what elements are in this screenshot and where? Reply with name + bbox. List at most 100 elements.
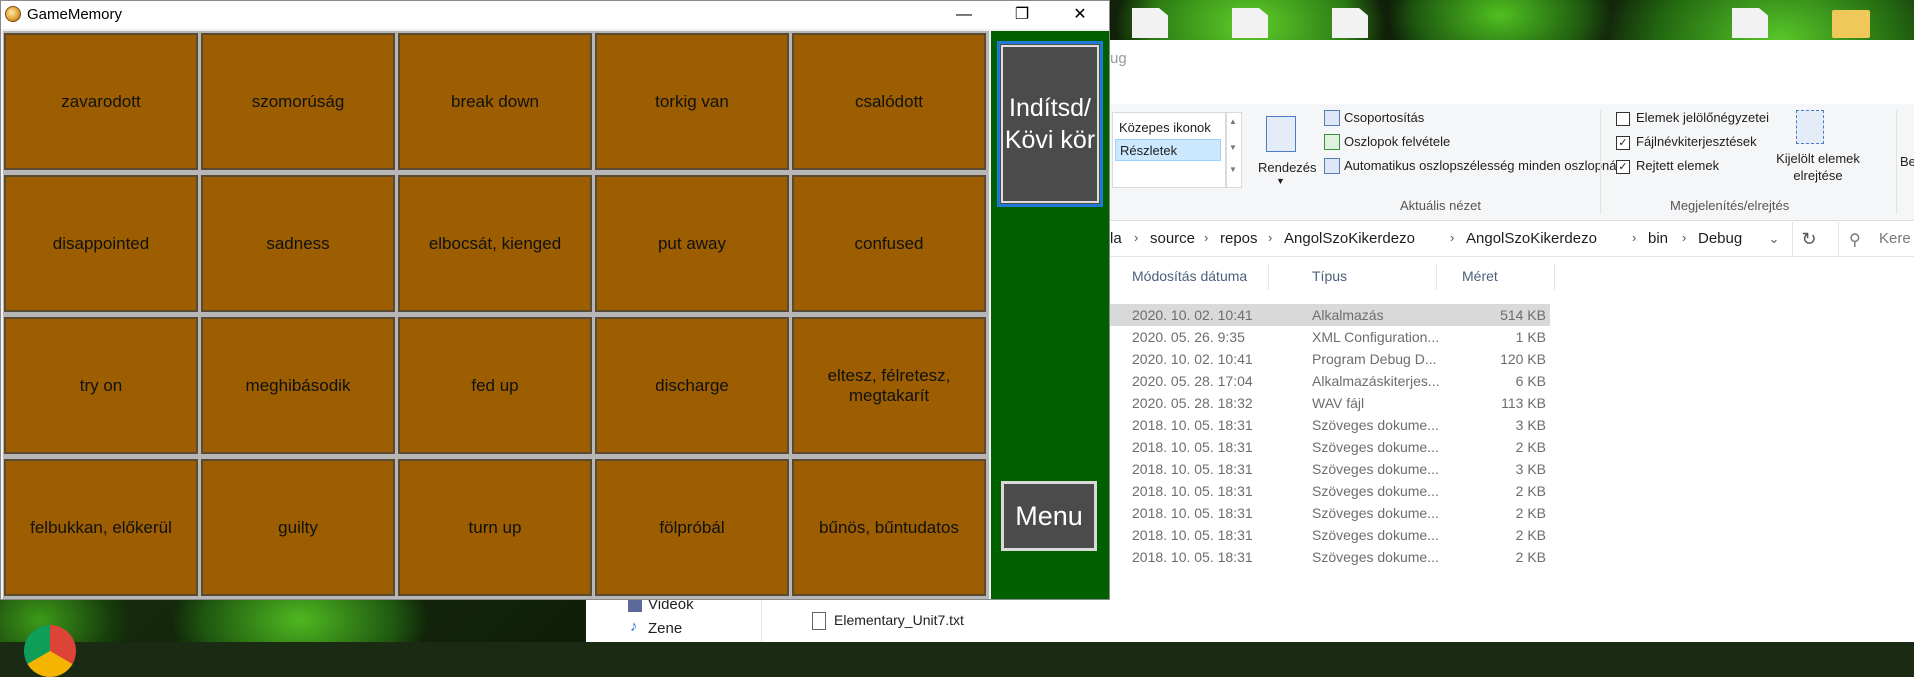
file-row[interactable]: 2018. 10. 05. 18:31 Szöveges dokume... 2 K… [1110,480,1550,502]
layout-details[interactable]: Részletek [1115,139,1221,161]
file-row[interactable]: 2018. 10. 05. 18:31 Szöveges dokume... 2 K… [1110,502,1550,524]
breadcrumb-item[interactable]: source [1150,230,1195,247]
memory-card[interactable]: zavarodott [4,33,198,170]
column-header-type[interactable]: Típus [1312,268,1347,284]
file-size: 2 KB [1515,549,1546,565]
file-row[interactable]: 2020. 10. 02. 10:41 Program Debug D... 120… [1110,348,1550,370]
memory-card[interactable]: try on [4,317,198,454]
explorer-title-area: ug [1110,40,1914,104]
item-checkboxes-label: Elemek jelölőnégyzetei [1636,110,1769,125]
file-row[interactable]: 2018. 10. 05. 18:31 Szöveges dokume... 2 K… [1110,436,1550,458]
file-extensions-checkbox[interactable]: ✓ [1616,136,1630,150]
layout-gallery-scroll[interactable]: ▲ ▼ ▼ [1226,112,1242,188]
address-dropdown-icon[interactable]: ⌄ [1758,222,1790,256]
hidden-items-checkbox[interactable]: ✓ [1616,160,1630,174]
column-divider[interactable] [1436,264,1437,290]
chevron-down-icon[interactable]: ▼ [1276,176,1285,186]
file-date: 2020. 10. 02. 10:41 [1132,351,1253,367]
add-columns-button[interactable]: Oszlopok felvétele [1344,134,1450,149]
column-divider[interactable] [1554,264,1555,290]
hide-selected-button[interactable]: Kijelölt elemek elrejtése [1776,150,1860,184]
memory-card[interactable]: bűnös, bűntudatos [792,459,986,596]
memory-card[interactable]: csalódott [792,33,986,170]
ribbon-fragment[interactable]: Be [1900,154,1914,169]
refresh-icon[interactable]: ↻ [1792,222,1825,256]
sort-icon[interactable] [1266,116,1296,152]
memory-card[interactable]: break down [398,33,592,170]
file-name[interactable]: Elementary_Unit7.txt [834,612,964,628]
breadcrumb-item[interactable]: Debug [1698,230,1742,247]
memory-card[interactable]: szomorúság [201,33,395,170]
start-next-round-button[interactable]: Indítsd/ Kövi kör [997,41,1103,207]
group-by-button[interactable]: Csoportosítás [1344,110,1424,125]
item-checkboxes-checkbox[interactable] [1616,112,1630,126]
file-date: 2018. 10. 05. 18:31 [1132,549,1253,565]
autosize-columns-button[interactable]: Automatikus oszlopszélesség minden oszlo… [1344,158,1619,173]
chevron-right-icon[interactable]: › [1632,230,1636,245]
memory-card-label: fölpróbál [659,517,725,537]
file-date: 2018. 10. 05. 18:31 [1132,483,1253,499]
memory-card[interactable]: elbocsát, kienged [398,175,592,312]
window-title: GameMemory [27,6,123,23]
breadcrumb-item[interactable]: bin [1648,230,1668,247]
app-icon[interactable] [5,6,21,22]
file-row[interactable]: 2018. 10. 05. 18:31 Szöveges dokume... 3 K… [1110,414,1550,436]
memory-card-label: disappointed [52,233,150,253]
memory-card[interactable]: torkig van [595,33,789,170]
file-row[interactable]: 2020. 05. 28. 18:32 WAV fájl 113 KB [1110,392,1550,414]
file-type: Alkalmazáskiterjes... [1312,373,1440,389]
column-header-size[interactable]: Méret [1462,268,1498,284]
file-size: 113 KB [1501,395,1546,411]
file-row[interactable]: 2018. 10. 05. 18:31 Szöveges dokume... 2 K… [1110,546,1550,568]
file-row[interactable]: 2018. 10. 05. 18:31 Szöveges dokume... 2 K… [1110,524,1550,546]
menu-button[interactable]: Menu [1001,481,1097,551]
desktop-folder-icon[interactable] [1832,10,1870,38]
memory-card[interactable]: meghibásodik [201,317,395,454]
memory-card[interactable]: put away [595,175,789,312]
breadcrumb-item[interactable]: la [1110,230,1122,247]
file-row[interactable]: 2020. 05. 28. 17:04 Alkalmazáskiterjes...… [1110,370,1550,392]
memory-card-label: discharge [655,375,729,395]
chevron-right-icon[interactable]: › [1682,230,1686,245]
file-row[interactable]: 2018. 10. 05. 18:31 Szöveges dokume... 3 K… [1110,458,1550,480]
memory-card[interactable]: disappointed [4,175,198,312]
chrome-icon[interactable] [24,625,76,677]
file-row[interactable]: 2020. 10. 02. 10:41 Alkalmazás 514 KB [1110,304,1550,326]
memory-card[interactable]: felbukkan, előkerül [4,459,198,596]
search-input[interactable]: ⚲ Kere [1838,222,1914,256]
chevron-right-icon[interactable]: › [1204,230,1208,245]
breadcrumb-item[interactable]: AngolSzoKikerdezo [1284,230,1415,247]
column-header-date[interactable]: Módosítás dátuma [1132,268,1247,284]
desktop-file-icon[interactable] [1332,8,1368,38]
desktop-file-icon[interactable] [1232,8,1268,38]
address-fragment: ug [1110,50,1127,67]
file-date: 2018. 10. 05. 18:31 [1132,461,1253,477]
nav-item-music[interactable]: Zene [648,620,682,637]
memory-card[interactable]: discharge [595,317,789,454]
title-bar[interactable]: GameMemory — ❐ ✕ [1,1,1109,29]
desktop-file-icon[interactable] [1132,8,1168,38]
videos-icon [628,600,642,612]
memory-card[interactable]: confused [792,175,986,312]
memory-card[interactable]: eltesz, félretesz, megtakarít [792,317,986,454]
chevron-right-icon[interactable]: › [1450,230,1454,245]
breadcrumb-item[interactable]: AngolSzoKikerdezo [1466,230,1597,247]
memory-card[interactable]: guilty [201,459,395,596]
close-button[interactable]: ✕ [1057,1,1103,29]
memory-card[interactable]: sadness [201,175,395,312]
sort-button[interactable]: Rendezés [1258,160,1317,175]
column-divider[interactable] [1268,264,1269,290]
desktop-file-icon[interactable] [1732,8,1768,38]
file-row[interactable]: 2020. 05. 26. 9:35 XML Configuration... 1 … [1110,326,1550,348]
memory-card[interactable]: fed up [398,317,592,454]
layout-medium-icons[interactable]: Közepes ikonok [1115,117,1221,139]
memory-card[interactable]: turn up [398,459,592,596]
breadcrumb-item[interactable]: repos [1220,230,1258,247]
address-bar[interactable]: la › source › repos › AngolSzoKikerdezo … [1110,222,1914,257]
maximize-button[interactable]: ❐ [999,1,1045,29]
minimize-button[interactable]: — [941,1,987,29]
chevron-right-icon[interactable]: › [1268,230,1272,245]
hide-selected-icon[interactable] [1796,110,1824,144]
chevron-right-icon[interactable]: › [1134,230,1138,245]
memory-card[interactable]: fölpróbál [595,459,789,596]
